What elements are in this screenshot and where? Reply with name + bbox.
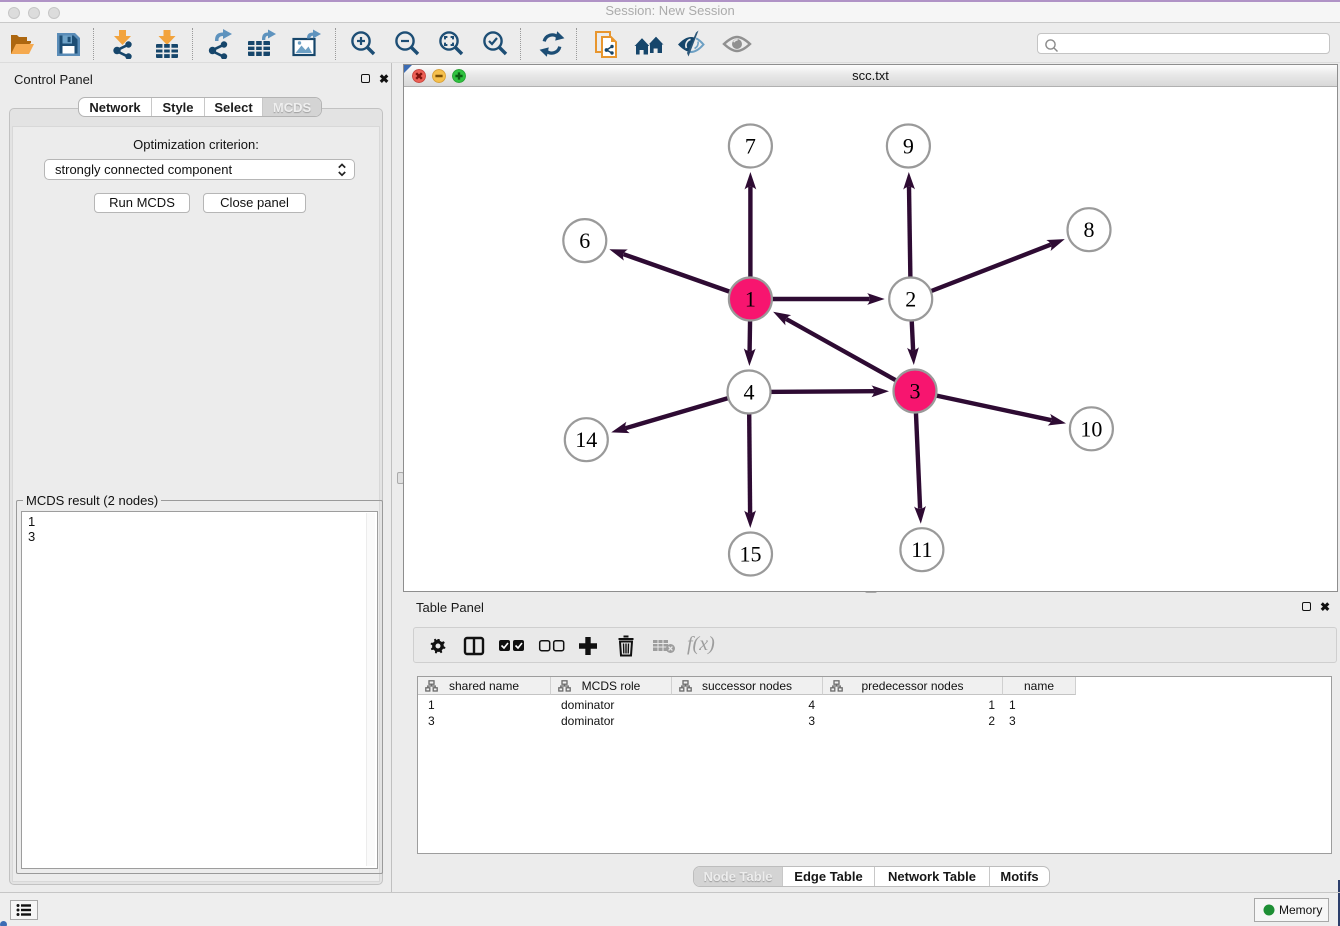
svg-text:11: 11 xyxy=(911,537,932,562)
svg-text:9: 9 xyxy=(903,134,914,159)
svg-text:14: 14 xyxy=(575,427,597,452)
svg-text:1: 1 xyxy=(745,287,756,312)
svg-text:3: 3 xyxy=(910,379,921,404)
svg-text:15: 15 xyxy=(740,542,762,567)
svg-text:6: 6 xyxy=(579,228,590,253)
svg-text:10: 10 xyxy=(1080,416,1102,441)
svg-text:8: 8 xyxy=(1084,217,1095,242)
svg-text:2: 2 xyxy=(905,287,916,312)
svg-text:4: 4 xyxy=(744,380,755,405)
svg-text:7: 7 xyxy=(745,134,756,159)
